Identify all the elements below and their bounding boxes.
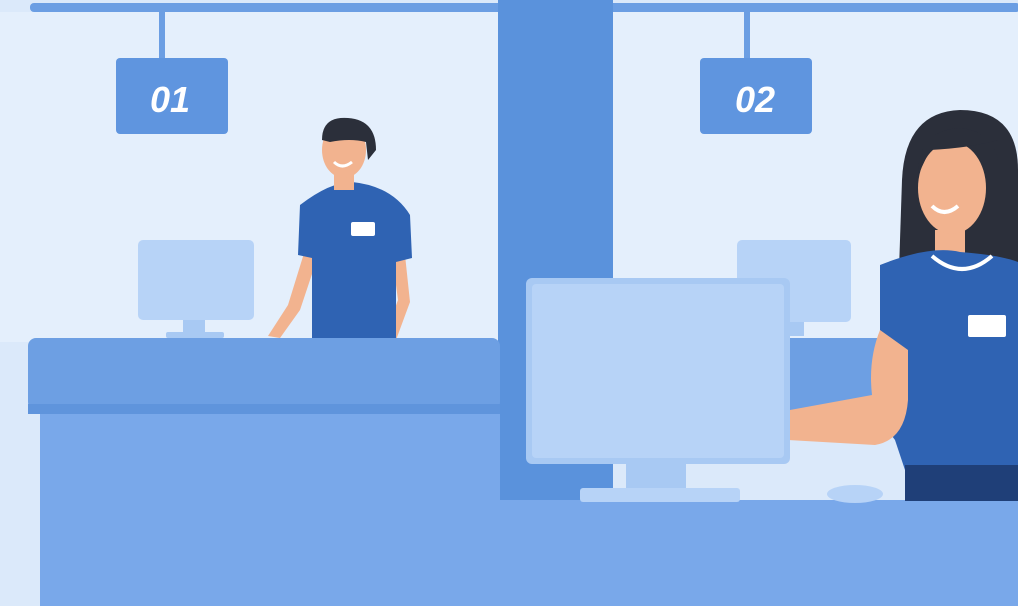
name-badge [968,315,1006,337]
computer-mouse [827,485,883,503]
front-desk [420,500,1018,606]
counter-sign-01-label: 01 [150,79,190,120]
name-badge [351,222,375,236]
help-desk-illustration: 01 02 [0,0,1018,606]
counter-sign-02-label: 02 [735,79,775,120]
